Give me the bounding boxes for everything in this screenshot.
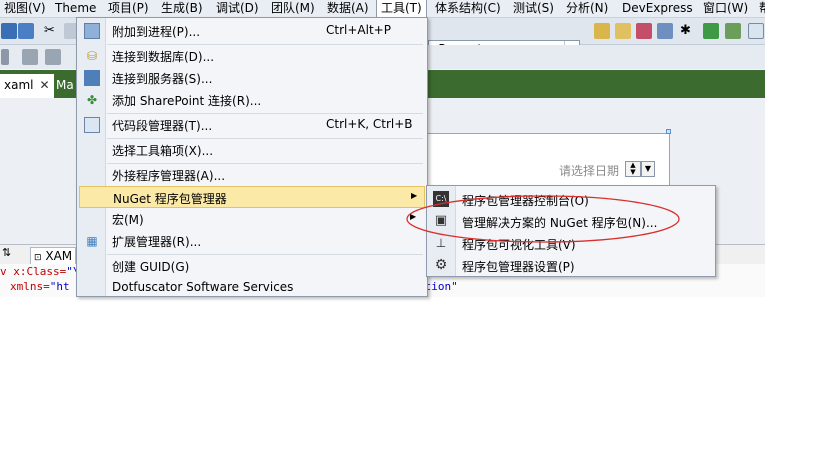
save-icon[interactable] (1, 23, 17, 39)
cut-icon[interactable]: ✂ (44, 23, 60, 39)
menu-architecture[interactable]: 体系结构(C) (431, 0, 505, 17)
menu-item-macros[interactable]: 宏(M) ▶ (77, 208, 427, 230)
menu-item-attach-process[interactable]: 附加到进程(P)... Ctrl+Alt+P (77, 20, 427, 42)
menu-item-nuget[interactable]: NuGet 程序包管理器 ▶ (79, 186, 425, 208)
menu-debug[interactable]: 调试(D) (212, 0, 263, 17)
submenu-item-manage-packages[interactable]: ▣ 管理解决方案的 NuGet 程序包(N)... (427, 210, 715, 232)
menu-test[interactable]: 测试(S) (509, 0, 558, 17)
indent-icon[interactable] (1, 49, 9, 65)
sharepoint-icon: ✤ (86, 93, 98, 107)
import-icon[interactable] (703, 23, 719, 39)
menu-tools[interactable]: 工具(T) (376, 0, 427, 17)
folder-icon[interactable] (615, 23, 631, 39)
menu-item-sharepoint[interactable]: ✤ 添加 SharePoint 连接(R)... (77, 89, 427, 111)
code-line: v x:Class="\ (0, 265, 80, 278)
align-left-icon[interactable] (22, 49, 38, 65)
swap-panes-icon[interactable]: ⇅ (2, 246, 11, 259)
tab-main[interactable]: Ma (52, 74, 78, 98)
menu-item-connect-database[interactable]: ⛁ 连接到数据库(D)... (77, 45, 427, 67)
window-icon[interactable] (748, 23, 764, 39)
submenu-arrow-icon: ▶ (410, 212, 417, 221)
connect-server-icon (84, 70, 100, 86)
menu-view[interactable]: 视图(V) (0, 0, 50, 17)
snippet-manager-icon (84, 117, 100, 133)
menu-item-choose-toolbox[interactable]: 选择工具箱项(X)... (77, 139, 427, 161)
menu-build[interactable]: 生成(B) (157, 0, 207, 17)
menu-item-addin-manager[interactable]: 外接程序管理器(A)... (77, 164, 427, 186)
menu-project[interactable]: 项目(P) (104, 0, 153, 17)
menu-item-snippet-manager[interactable]: 代码段管理器(T)... Ctrl+K, Ctrl+B (77, 114, 427, 136)
connect-database-icon: ⛁ (86, 49, 98, 63)
solution-explorer-icon[interactable] (636, 23, 652, 39)
find-icon[interactable] (594, 23, 610, 39)
menu-window[interactable]: 窗口(W) (699, 0, 752, 17)
submenu-arrow-icon: ▶ (411, 191, 418, 200)
menu-item-extension-manager[interactable]: ▦ 扩展管理器(R)... (77, 230, 427, 252)
tab-xaml[interactable]: xaml ✕ (0, 74, 54, 98)
hierarchy-icon: ⊥ (435, 236, 447, 250)
spinner-icon[interactable]: ▲ ▼ (625, 161, 641, 177)
tools-icon[interactable]: ✱ (680, 23, 696, 39)
menu-devexpress[interactable]: DevExpress (618, 0, 697, 17)
tools-menu: 附加到进程(P)... Ctrl+Alt+P ⛁ 连接到数据库(D)... 连接… (76, 17, 428, 297)
menu-team[interactable]: 团队(M) (267, 0, 319, 17)
submenu-item-settings[interactable]: ⚙ 程序包管理器设置(P) (427, 254, 715, 276)
close-icon[interactable]: ✕ (39, 74, 49, 96)
code-line: xmlns="ht (10, 280, 70, 293)
xaml-tab-label: XAM (45, 249, 73, 263)
console-icon: C:\ (433, 191, 449, 207)
chevron-down-icon[interactable]: ▼ (641, 161, 655, 177)
menu-theme[interactable]: Theme (51, 0, 100, 17)
toolbox-icon[interactable] (725, 23, 741, 39)
menu-help[interactable]: 帮 (755, 0, 765, 17)
xaml-icon: ⊡ (34, 253, 42, 263)
menu-item-create-guid[interactable]: 创建 GUID(G) (77, 255, 427, 277)
package-icon: ▣ (434, 213, 448, 228)
submenu-item-visualizer[interactable]: ⊥ 程序包可视化工具(V) (427, 232, 715, 254)
menu-data[interactable]: 数据(A) (323, 0, 373, 17)
properties-icon[interactable] (657, 23, 673, 39)
submenu-item-console[interactable]: C:\ 程序包管理器控制台(O) (427, 188, 715, 210)
date-picker[interactable]: 请选择日期 ▲ ▼ ▼ (423, 160, 655, 180)
extension-manager-icon: ▦ (86, 234, 98, 248)
attach-process-icon (84, 23, 100, 39)
tab-xaml-view[interactable]: ⊡ XAM (30, 247, 77, 264)
menu-analyze[interactable]: 分析(N) (562, 0, 612, 17)
menu-item-connect-server[interactable]: 连接到服务器(S)... (77, 67, 427, 89)
gear-icon: ⚙ (434, 257, 448, 273)
tab-label: xaml (4, 78, 34, 92)
nuget-submenu: C:\ 程序包管理器控制台(O) ▣ 管理解决方案的 NuGet 程序包(N).… (426, 185, 716, 277)
save-all-icon[interactable] (18, 23, 34, 39)
menu-item-dotfuscator[interactable]: Dotfuscator Software Services (77, 277, 427, 299)
align-right-icon[interactable] (45, 49, 61, 65)
resize-handle[interactable] (666, 129, 671, 134)
menu-bar: 视图(V) Theme 项目(P) 生成(B) 调试(D) 团队(M) 数据(A… (0, 0, 765, 18)
date-placeholder: 请选择日期 (558, 164, 619, 178)
